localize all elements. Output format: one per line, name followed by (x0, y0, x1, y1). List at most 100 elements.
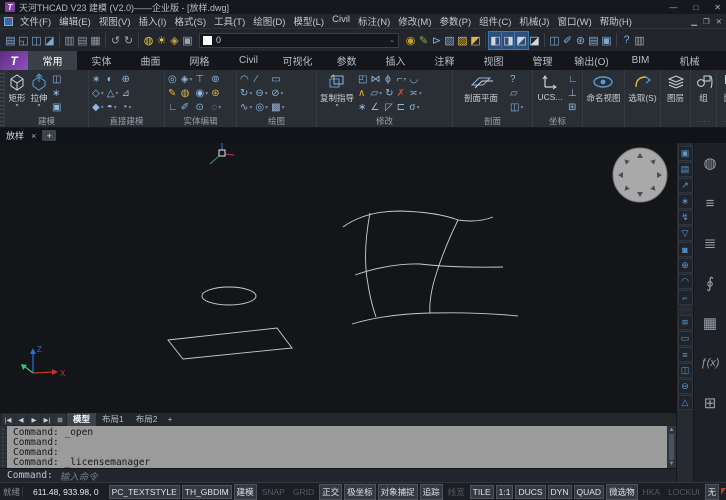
panel-overflow-dots[interactable]: ···· (719, 116, 726, 127)
ribbon-icon[interactable]: ↻▾ (239, 86, 253, 100)
ribbon-icon[interactable]: ϕ▾ (384, 72, 394, 86)
menu-item[interactable]: 工具(T) (210, 14, 249, 28)
layers-button[interactable]: 图层 (666, 72, 686, 104)
ribbon-icon[interactable]: ⊛▾ (210, 86, 222, 100)
ribbon-icon[interactable]: ⌐▾ (396, 72, 408, 86)
settings-gears-icon[interactable]: ⊛ (574, 32, 587, 49)
lock-icon[interactable]: ◈ (168, 32, 181, 49)
ribbon-icon[interactable]: ◍▾ (180, 86, 194, 100)
ribbon-tab[interactable]: Civil (224, 51, 273, 70)
ribbon-icon[interactable]: ?▾ (509, 72, 524, 86)
ribbon-tab[interactable]: 输出(O) (567, 51, 616, 70)
ribbon-icon[interactable]: ◌▾ (210, 100, 222, 114)
mdi-restore-button[interactable]: ❐ (703, 17, 710, 26)
select-group-icon[interactable]: ▧ (443, 32, 456, 49)
layer-dropdown[interactable]: 0 ⌄ (199, 33, 399, 48)
ribbon-icon[interactable]: ∟▾ (567, 72, 579, 86)
status-toggle[interactable]: 追踪 (420, 484, 443, 500)
mdi-close-button[interactable]: ✕ (716, 17, 722, 26)
ribbon-icon[interactable]: ↻▾ (384, 86, 394, 100)
quick-select-icon[interactable]: ◩ (469, 32, 482, 49)
last-layout-button[interactable]: ▶| (41, 414, 53, 425)
target-icon[interactable]: ⊕ (679, 259, 692, 272)
status-toggle[interactable]: HKA (640, 485, 663, 499)
prev-layout-button[interactable]: ◀ (15, 414, 27, 425)
ribbon-icon[interactable]: ✎▾ (167, 86, 179, 100)
status-toggle[interactable]: 微选物 (606, 484, 638, 500)
ribbon-icon[interactable]: ∠▾ (369, 100, 383, 114)
status-toggle[interactable]: QUAD (574, 485, 605, 499)
undo-icon[interactable]: ↺ (109, 32, 122, 49)
drawing-canvas[interactable]: Z X (0, 143, 676, 413)
scrollbar-thumb[interactable] (669, 434, 674, 460)
ribbon-tab[interactable]: 实体 (77, 51, 126, 70)
command-scrollbar[interactable]: ▲ ▼ (667, 426, 676, 468)
ribbon-icon[interactable]: ⋈▾ (369, 72, 383, 86)
layout-tab[interactable]: 模型 (67, 413, 96, 426)
ribbon-tab[interactable]: 可视化 (273, 51, 322, 70)
chart-icon[interactable]: ▤ (679, 163, 692, 176)
ribbon-icon[interactable]: ⊿▾ (120, 86, 132, 100)
ribbon-icon[interactable]: ◠▾ (239, 72, 253, 86)
ribbon-icon[interactable]: ▩▾ (270, 100, 285, 114)
ribbon-icon[interactable]: ∗▾ (91, 72, 105, 86)
view-cube-1-icon[interactable]: ◧ (489, 32, 502, 49)
ribbon-icon[interactable]: ▣▾ (51, 100, 62, 114)
ribbon-icon[interactable]: ⊘▾ (270, 86, 285, 100)
selection-cursor-icon[interactable]: ⊳ (430, 32, 443, 49)
status-toggle[interactable]: GRID (290, 485, 317, 499)
ribbon-icon[interactable]: ▭▾ (270, 72, 285, 86)
ribbon-icon[interactable]: ∿▾ (239, 100, 253, 114)
paint-bucket-icon[interactable]: ◉ (404, 32, 417, 49)
menu-item[interactable]: 视图(V) (95, 14, 135, 28)
menu-item[interactable]: 组件(C) (475, 14, 515, 28)
lightbulb-icon[interactable]: ◍ (703, 155, 716, 171)
status-toggle[interactable]: TILE (470, 485, 494, 499)
hka-flag-icon[interactable] (721, 487, 726, 496)
status-toggle[interactable]: 无 (705, 484, 720, 500)
redo-icon[interactable]: ↻ (122, 32, 135, 49)
ribbon-icon[interactable]: ◇▾ (91, 86, 105, 100)
ribbon-tab[interactable]: 管理 (518, 51, 567, 70)
eraser-icon[interactable]: ✐ (561, 32, 574, 49)
select-similar-icon[interactable]: ▨ (456, 32, 469, 49)
image-icon[interactable]: ▣ (600, 32, 613, 49)
menu-item[interactable]: 帮助(H) (596, 14, 636, 28)
ucs-button[interactable]: UCS... (535, 72, 565, 102)
status-toggle[interactable]: 建模 (234, 484, 257, 500)
command-panel-grip[interactable] (0, 426, 7, 468)
menu-item[interactable]: 修改(M) (394, 14, 435, 28)
new-document-tab-button[interactable]: + (42, 130, 56, 141)
menu-item[interactable]: 机械(J) (515, 14, 553, 28)
layout-tab[interactable]: 布局2 (130, 413, 164, 426)
ribbon-icon[interactable]: ∟▾ (167, 100, 179, 114)
layers-stack-icon[interactable]: ≣ (704, 235, 717, 251)
menu-item[interactable]: 窗口(W) (553, 14, 595, 28)
menu-item[interactable]: 标注(N) (354, 14, 394, 28)
org-chart-icon[interactable]: ⊞ (704, 395, 717, 411)
publish-icon[interactable]: ▦ (89, 32, 102, 49)
new-file-icon[interactable]: ▤ (4, 32, 17, 49)
rectangle-button[interactable]: 矩形 ▾ (7, 72, 27, 109)
form-icon[interactable]: ▤ (587, 32, 600, 49)
lightning-icon[interactable]: ↯ (679, 211, 692, 224)
menu-item[interactable]: 文件(F) (16, 14, 55, 28)
ribbon-icon[interactable]: △▾ (106, 86, 120, 100)
section-box-icon[interactable]: ◫ (679, 364, 692, 377)
command-history[interactable]: Command: _openCommand:Command:Command: _… (7, 426, 667, 468)
ribbon-icon[interactable]: ∗▾ (51, 86, 62, 100)
ribbon-icon[interactable]: ≍▾ (408, 86, 422, 100)
ribbon-tab[interactable]: BIM (616, 51, 665, 70)
filter-icon[interactable]: ▽ (679, 227, 692, 240)
ribbon-icon[interactable]: ◆▾ (91, 100, 105, 114)
status-toggle[interactable]: TH_GBDIM (182, 485, 232, 499)
ribbon-icon[interactable]: σ▾ (408, 100, 422, 114)
status-toggle[interactable]: 极坐标 (344, 484, 376, 500)
extrude-button[interactable]: 拉伸 ▾ (29, 72, 49, 109)
match-properties-icon[interactable]: ✎ (417, 32, 430, 49)
ribbon-icon[interactable]: ▱▾ (369, 86, 383, 100)
ribbon-icon[interactable]: ⊖▾ (254, 86, 269, 100)
scroll-down-icon[interactable]: ▼ (669, 461, 675, 467)
ribbon-icon[interactable]: ◈▾ (180, 72, 194, 86)
menu-item[interactable]: 绘图(D) (249, 14, 289, 28)
